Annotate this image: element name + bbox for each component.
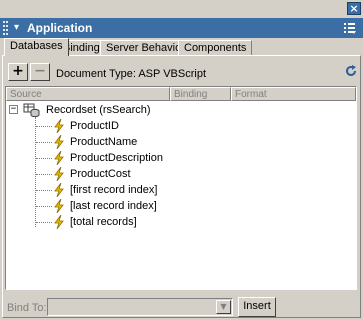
insert-button[interactable]: Insert [238,297,276,317]
recordset-icon [23,103,40,117]
chevron-down-icon[interactable]: ▼ [216,300,231,314]
panel-top-strip: × [0,0,363,18]
tab-bar: Databases Bindings Server Behaviors Comp… [0,38,363,56]
list-item[interactable]: ProductCost [6,166,356,182]
field-label: [last record index] [70,200,157,212]
collapse-toggle[interactable]: − [9,105,18,114]
bindings-table: Source Binding Format − Recordset (rsSea… [5,86,357,290]
options-menu-icon[interactable] [343,21,357,35]
lightning-icon [54,151,64,165]
field-label: [first record index] [70,184,158,196]
list-item[interactable]: [total records] [6,214,356,230]
field-label: ProductID [70,120,119,132]
list-item[interactable]: ProductDescription [6,150,356,166]
tab-databases[interactable]: Databases [4,38,69,56]
lightning-icon [54,135,64,149]
panel-title-bar[interactable]: ▾ Application [0,18,363,38]
close-icon: × [349,2,359,15]
lightning-icon [54,167,64,181]
recordset-label[interactable]: Recordset (rsSearch) [46,103,151,117]
field-label: [total records] [70,216,137,228]
bind-to-label: Bind To: [7,302,47,314]
refresh-icon[interactable] [344,64,358,78]
column-header-format[interactable]: Format [231,87,356,101]
column-header-binding[interactable]: Binding [170,87,231,101]
remove-button[interactable]: − [30,63,50,81]
lightning-icon [54,215,64,229]
close-button[interactable]: × [347,2,361,15]
list-item[interactable]: ProductID [6,118,356,134]
field-label: ProductCost [70,168,131,180]
table-header: Source Binding Format [6,87,356,101]
lightning-icon [54,183,64,197]
lightning-icon [54,199,64,213]
tab-components[interactable]: Components [178,40,253,56]
grip-icon[interactable] [3,21,9,35]
field-label: ProductDescription [70,152,163,164]
add-button[interactable]: + [8,63,28,81]
lightning-icon [54,119,64,133]
column-header-source[interactable]: Source [6,87,170,101]
bind-to-select[interactable]: ▼ [47,298,233,316]
document-type-label: Document Type: ASP VBScript [56,68,207,80]
list-item[interactable]: [first record index] [6,182,356,198]
list-item[interactable]: [last record index] [6,198,356,214]
collapse-arrow-icon[interactable]: ▾ [14,20,19,36]
field-label: ProductName [70,136,138,148]
panel-title: Application [27,21,93,35]
list-item[interactable]: ProductName [6,134,356,150]
